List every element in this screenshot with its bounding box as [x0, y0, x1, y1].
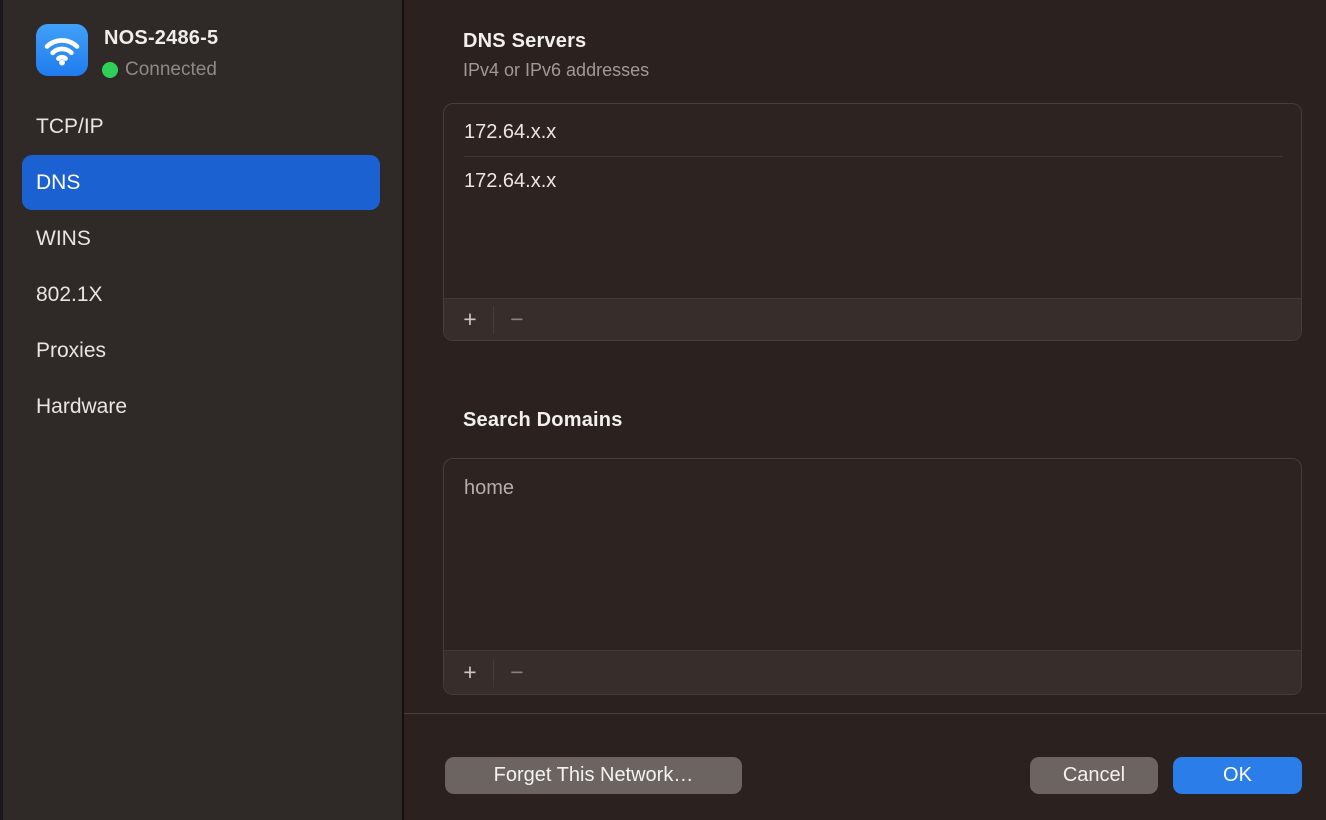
- dns-server-entry[interactable]: 172.64.x.x: [464, 157, 1283, 205]
- footer-separator: [493, 306, 494, 334]
- network-name: NOS-2486-5: [104, 27, 218, 50]
- sidebar-item-proxies[interactable]: Proxies: [22, 323, 380, 378]
- sidebar-item-tcpip[interactable]: TCP/IP: [22, 99, 380, 154]
- search-domains-footer: + −: [444, 650, 1301, 694]
- dns-servers-footer: + −: [444, 298, 1301, 340]
- sidebar-item-hardware[interactable]: Hardware: [22, 379, 380, 434]
- forget-network-button[interactable]: Forget This Network…: [445, 757, 742, 794]
- sidebar-item-8021x[interactable]: 802.1X: [22, 267, 380, 322]
- sidebar-nav: TCP/IP DNS WINS 802.1X Proxies Hardware: [3, 99, 402, 435]
- search-domains-listbox: home + −: [443, 458, 1302, 695]
- actions-divider: [404, 713, 1326, 714]
- search-domains-rows: home: [444, 459, 1301, 512]
- search-domain-entry[interactable]: home: [464, 464, 1283, 512]
- sidebar-item-dns[interactable]: DNS: [22, 155, 380, 210]
- wifi-icon: [36, 24, 88, 76]
- minus-icon[interactable]: −: [504, 308, 530, 331]
- connection-status: Connected: [102, 59, 217, 81]
- dns-servers-rows: 172.64.x.x 172.64.x.x: [444, 104, 1301, 205]
- dns-servers-subtitle: IPv4 or IPv6 addresses: [463, 60, 649, 81]
- dns-servers-title: DNS Servers: [463, 30, 586, 53]
- dns-server-entry[interactable]: 172.64.x.x: [464, 109, 1283, 157]
- wifi-details-sheet: NOS-2486-5 Connected TCP/IP DNS WINS 802…: [0, 0, 1326, 820]
- connected-dot-icon: [102, 62, 118, 78]
- sidebar-item-wins[interactable]: WINS: [22, 211, 380, 266]
- dns-servers-listbox: 172.64.x.x 172.64.x.x + −: [443, 103, 1302, 341]
- sidebar: NOS-2486-5 Connected TCP/IP DNS WINS 802…: [3, 0, 402, 820]
- minus-icon[interactable]: −: [504, 661, 530, 684]
- plus-icon[interactable]: +: [457, 308, 483, 331]
- cancel-button[interactable]: Cancel: [1030, 757, 1158, 794]
- plus-icon[interactable]: +: [457, 661, 483, 684]
- ok-button[interactable]: OK: [1173, 757, 1302, 794]
- dns-pane: DNS Servers IPv4 or IPv6 addresses 172.6…: [404, 0, 1326, 820]
- footer-separator: [493, 659, 494, 687]
- search-domains-title: Search Domains: [463, 409, 623, 432]
- status-label: Connected: [125, 59, 217, 81]
